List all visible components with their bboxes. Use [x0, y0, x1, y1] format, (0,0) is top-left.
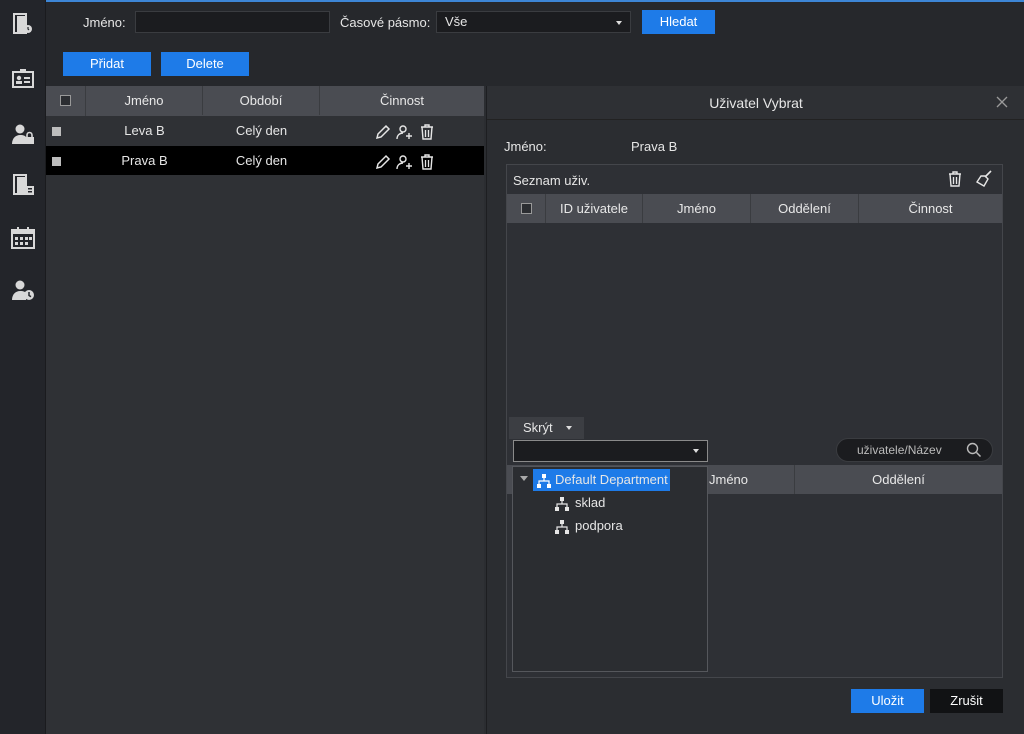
trash-icon[interactable] — [418, 123, 436, 141]
tree-node-podpora[interactable]: podpora — [555, 515, 623, 537]
department-select[interactable] — [513, 440, 708, 462]
chevron-down-icon — [693, 449, 699, 453]
broom-clear-icon[interactable] — [974, 170, 994, 188]
trash-icon[interactable] — [946, 170, 964, 188]
search-icon[interactable] — [966, 442, 982, 458]
hide-tab-label: Skrýt — [523, 420, 553, 435]
row-period: Celý den — [235, 123, 288, 138]
org-tree-icon — [537, 473, 551, 488]
add-user-icon[interactable] — [396, 123, 414, 141]
table-row[interactable]: Leva B Celý den — [46, 116, 484, 145]
row-name: Prava B — [121, 153, 168, 168]
name-label: Jméno: — [83, 15, 126, 30]
column-header-action: Činnost — [320, 86, 484, 115]
row-checkbox[interactable] — [46, 116, 66, 145]
row-period: Celý den — [235, 153, 288, 168]
edit-icon[interactable] — [374, 123, 392, 141]
user-clock-icon[interactable] — [11, 278, 35, 302]
column-header-user-name[interactable]: Jméno — [643, 194, 751, 223]
row-actions — [370, 116, 440, 145]
list-header: Jméno Období Činnost — [46, 86, 484, 116]
dialog-name-value: Prava B — [631, 139, 678, 154]
column-header-department[interactable]: Oddělení — [751, 194, 859, 223]
row-checkbox[interactable] — [46, 146, 66, 175]
department-tree-dropdown: Default Department sklad podpora — [512, 466, 708, 672]
save-button[interactable]: Uložit — [851, 689, 924, 713]
tree-expand-icon[interactable] — [520, 476, 528, 481]
tree-node-root[interactable]: Default Department — [533, 469, 670, 491]
sidebar — [0, 0, 46, 734]
column-header-period[interactable]: Období — [203, 86, 320, 115]
dialog-name-label: Jméno: — [504, 139, 547, 154]
user-lock-icon[interactable] — [11, 122, 35, 146]
picker-column-name[interactable]: Jméno — [707, 465, 795, 494]
cancel-button[interactable]: Zrušit — [930, 689, 1003, 713]
toolbar: Jméno: Časové pásmo: Vše Hledat Přidat D… — [46, 2, 1024, 86]
chevron-down-icon — [616, 21, 622, 25]
column-header-user-id[interactable]: ID uživatele — [546, 194, 643, 223]
door-log-icon[interactable] — [11, 173, 35, 197]
chevron-down-icon — [566, 426, 572, 430]
user-select-all-checkbox[interactable] — [507, 194, 546, 223]
table-row-selected[interactable]: Prava B Celý den — [46, 146, 484, 175]
door-access-icon[interactable] — [11, 12, 35, 36]
edit-icon[interactable] — [374, 153, 392, 171]
delete-button[interactable]: Delete — [161, 52, 249, 76]
hide-tab[interactable]: Skrýt — [509, 417, 584, 439]
tree-node-root-label: Default Department — [555, 472, 668, 487]
column-header-user-action: Činnost — [859, 194, 1002, 223]
add-button[interactable]: Přidat — [63, 52, 151, 76]
user-select-dialog: Uživatel Vybrat Jméno: Prava B Seznam už… — [486, 86, 1024, 734]
select-all-checkbox[interactable] — [46, 86, 86, 116]
timezone-value: Vše — [445, 14, 468, 29]
calendar-icon[interactable] — [11, 226, 35, 250]
door-group-list: Jméno Období Činnost Leva B Celý den Pra… — [46, 86, 484, 734]
id-card-icon[interactable] — [11, 67, 35, 91]
org-tree-icon — [555, 519, 569, 534]
timezone-select[interactable]: Vše — [436, 11, 631, 33]
org-tree-icon — [555, 496, 569, 511]
trash-icon[interactable] — [418, 153, 436, 171]
column-header-name[interactable]: Jméno — [86, 86, 203, 115]
name-input[interactable] — [135, 11, 330, 33]
row-name: Leva B — [124, 123, 165, 138]
search-placeholder: uživatele/Název — [857, 443, 942, 457]
add-user-icon[interactable] — [396, 153, 414, 171]
row-actions — [370, 146, 440, 175]
user-search-input[interactable]: uživatele/Název — [836, 438, 993, 462]
search-button[interactable]: Hledat — [642, 10, 715, 34]
tree-node-label: podpora — [575, 518, 623, 533]
user-list-title: Seznam uživ. — [513, 173, 591, 188]
user-list-header: ID uživatele Jméno Oddělení Činnost — [507, 194, 1002, 223]
picker-column-department[interactable]: Oddělení — [795, 465, 1002, 494]
timezone-label: Časové pásmo: — [340, 15, 431, 30]
dialog-title: Uživatel Vybrat — [487, 86, 1024, 120]
tree-node-label: sklad — [575, 495, 606, 510]
close-icon[interactable] — [996, 96, 1010, 110]
tree-node-sklad[interactable]: sklad — [555, 492, 605, 514]
